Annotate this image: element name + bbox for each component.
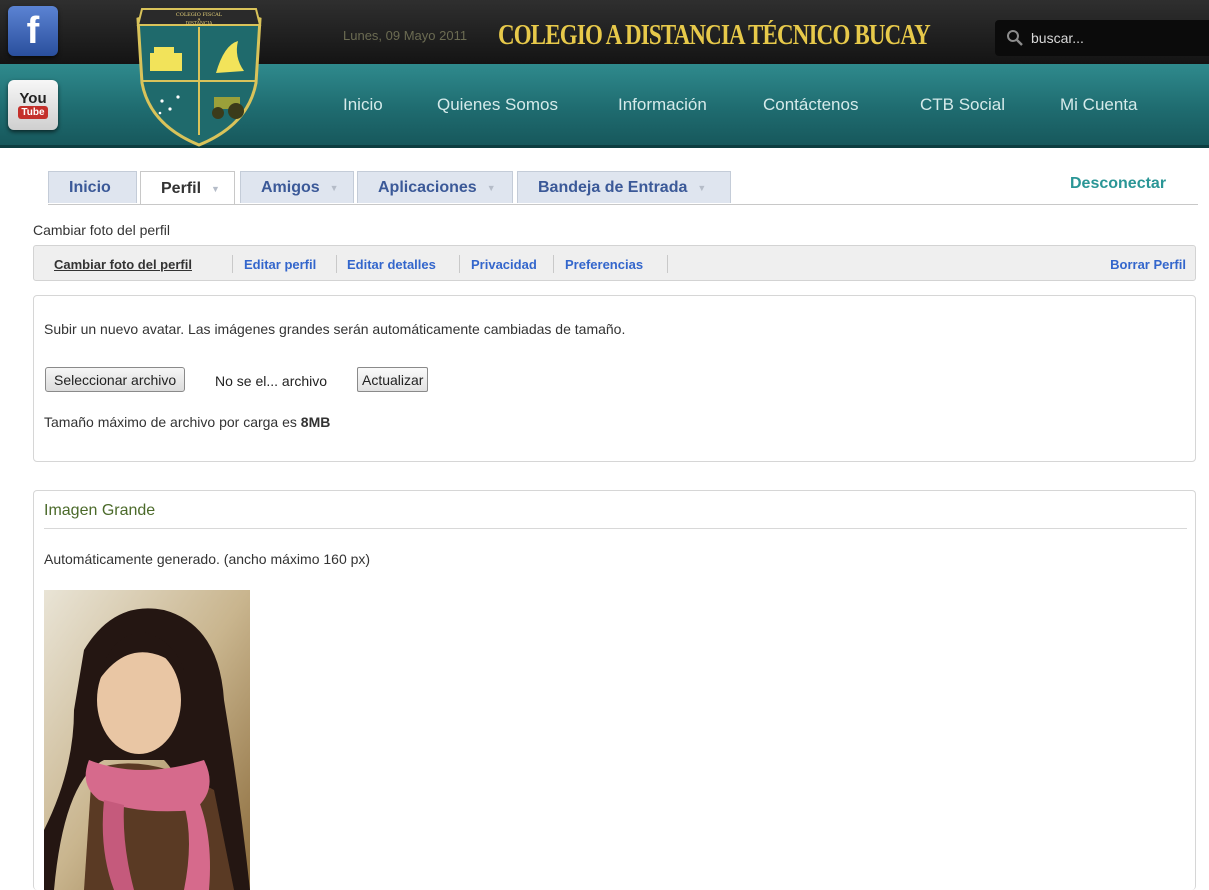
nav-informacion[interactable]: Información xyxy=(618,95,707,115)
page-title: Cambiar foto del perfil xyxy=(33,222,170,238)
large-image-panel: Imagen Grande Automáticamente generado. … xyxy=(33,490,1196,890)
upload-description: Subir un nuevo avatar. Las imágenes gran… xyxy=(44,321,626,337)
image-panel-title: Imagen Grande xyxy=(44,502,156,519)
file-status-text: No se el... archivo xyxy=(215,373,328,389)
chevron-down-icon[interactable]: ▼ xyxy=(697,183,706,193)
school-shield-logo[interactable]: COLEGIO FISCAL A DISTANCIA xyxy=(132,5,266,147)
tab-label: Aplicaciones xyxy=(378,178,477,196)
image-panel-note: Automáticamente generado. (ancho máximo … xyxy=(44,551,371,567)
youtube-you-label: You xyxy=(19,90,47,107)
upload-avatar-panel: Subir un nuevo avatar. Las imágenes gran… xyxy=(33,295,1196,462)
subnav-editar-perfil[interactable]: Editar perfil xyxy=(244,257,316,272)
chevron-down-icon[interactable]: ▼ xyxy=(211,184,220,194)
tab-label: Perfil xyxy=(161,179,202,197)
tab-perfil[interactable]: Perfil ▼ xyxy=(140,171,235,205)
update-button[interactable]: Actualizar xyxy=(357,367,429,392)
subnav-editar-detalles[interactable]: Editar detalles xyxy=(347,257,436,272)
max-size-value: 8MB xyxy=(300,414,331,430)
subnav-divider xyxy=(336,255,337,273)
chevron-down-icon[interactable]: ▼ xyxy=(487,183,496,193)
nav-quienes-somos[interactable]: Quienes Somos xyxy=(437,95,558,115)
subnav-divider xyxy=(232,255,233,273)
image-panel-divider xyxy=(44,528,1187,529)
tab-inicio[interactable]: Inicio xyxy=(48,171,137,203)
avatar xyxy=(44,590,250,890)
subnav-divider xyxy=(459,255,460,273)
subnav-divider xyxy=(667,255,668,273)
subnav-preferencias[interactable]: Preferencias xyxy=(565,257,643,272)
subnav-divider xyxy=(553,255,554,273)
site-title[interactable]: COLEGIO A DISTANCIA TÉCNICO BUCAY xyxy=(498,20,931,52)
search-box xyxy=(995,20,1209,56)
tab-label: Bandeja de Entrada xyxy=(538,178,688,196)
tab-label: Amigos xyxy=(261,178,320,196)
tab-aplicaciones[interactable]: Aplicaciones ▼ xyxy=(357,171,513,203)
nav-ctb-social[interactable]: CTB Social xyxy=(920,95,1005,115)
tab-label: Inicio xyxy=(69,178,111,196)
subnav-cambiar-foto[interactable]: Cambiar foto del perfil xyxy=(54,257,192,272)
site-header: f You Tube COLEGIO FISCAL A DISTANCIA Lu… xyxy=(0,0,1209,148)
chevron-down-icon[interactable]: ▼ xyxy=(330,183,339,193)
logout-link[interactable]: Desconectar xyxy=(1070,175,1166,193)
nav-inicio[interactable]: Inicio xyxy=(343,95,383,115)
max-file-size-note: Tamaño máximo de archivo por carga es 8M… xyxy=(44,414,330,430)
search-input[interactable] xyxy=(1029,26,1203,50)
delete-profile-link[interactable]: Borrar Perfil xyxy=(1110,257,1186,272)
choose-file-button[interactable]: Seleccionar archivo xyxy=(45,367,186,392)
tab-amigos[interactable]: Amigos ▼ xyxy=(240,171,354,203)
facebook-icon[interactable]: f xyxy=(8,6,58,56)
tab-bandeja-de-entrada[interactable]: Bandeja de Entrada ▼ xyxy=(517,171,731,203)
max-size-label: Tamaño máximo de archivo por carga es xyxy=(44,414,301,430)
search-icon[interactable] xyxy=(1006,29,1024,47)
current-date: Lunes, 09 Mayo 2011 xyxy=(343,28,468,43)
youtube-icon[interactable]: You Tube xyxy=(8,80,58,130)
subnav-privacidad[interactable]: Privacidad xyxy=(471,257,537,272)
logo-text-line3: DISTANCIA xyxy=(186,21,214,27)
profile-subnav: Cambiar foto del perfil Editar perfil Ed… xyxy=(33,245,1196,281)
nav-mi-cuenta[interactable]: Mi Cuenta xyxy=(1060,95,1137,115)
tabs-divider xyxy=(48,204,1198,205)
youtube-tube-label: Tube xyxy=(18,106,48,119)
nav-contactenos[interactable]: Contáctenos xyxy=(763,95,858,115)
